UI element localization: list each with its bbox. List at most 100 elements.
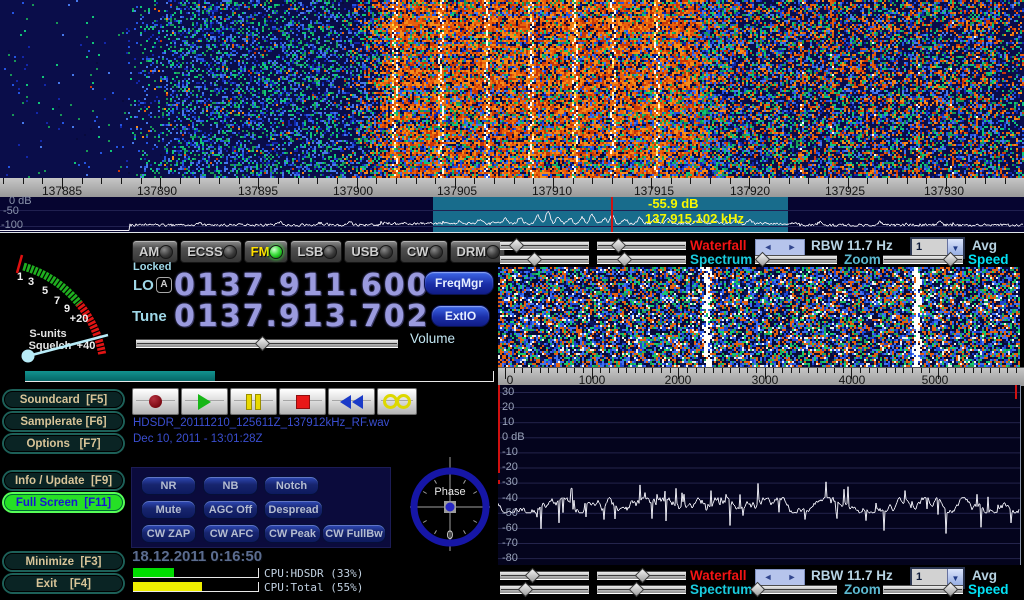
options-button[interactable]: Options [F7] — [4, 435, 123, 452]
slider-track[interactable] — [500, 585, 589, 594]
despread-button-label: Despread — [268, 504, 318, 516]
info-update-button[interactable]: Info / Update [F9] — [4, 472, 123, 489]
scroll-right-icon[interactable]: ► — [788, 573, 797, 582]
soundcard-button[interactable]: Soundcard [F5] — [4, 391, 123, 408]
display-controls-bottom: Waterfall ◄► RBW 11.7 Hz 1▼ Avg Spectrum… — [498, 567, 1024, 597]
freqmgr-button-label: FreqMgr — [435, 276, 483, 290]
cw-fullbw-button[interactable]: CW FullBw — [322, 524, 386, 543]
hdsdr-window: 137885 137890 137895 137900 137905 13791… — [0, 0, 1024, 600]
mode-button-usb[interactable]: USB — [344, 240, 397, 263]
mode-button-drm[interactable]: DRM — [450, 240, 506, 263]
waterfall-label[interactable]: Waterfall — [690, 568, 747, 583]
despread-button[interactable]: Despread — [264, 500, 323, 519]
mode-button-row: AM ECSS FM LSB USB CW DRM — [132, 240, 498, 263]
mute-button[interactable]: Mute — [141, 500, 196, 519]
tune-frequency-display[interactable]: 0137.913.702 — [174, 299, 430, 334]
slider-track[interactable] — [597, 255, 686, 264]
extio-button[interactable]: ExtIO — [431, 305, 490, 327]
brightness-slider[interactable] — [500, 570, 589, 581]
af-frequency-scale[interactable]: 0 1000 2000 3000 4000 5000 — [498, 367, 1024, 386]
brightness-slider[interactable] — [500, 240, 589, 251]
s-units-label: S-units — [29, 328, 66, 340]
squelch-needle-pivot[interactable] — [22, 350, 35, 363]
mode-button-am[interactable]: AM — [132, 240, 178, 263]
mode-button-ecss[interactable]: ECSS — [180, 240, 241, 263]
samplerate-button[interactable]: Samplerate [F6] — [4, 413, 123, 430]
af-waterfall[interactable] — [498, 267, 1020, 367]
pause-button[interactable] — [230, 388, 277, 415]
notch-button[interactable]: Notch — [264, 476, 319, 495]
spectrum-label[interactable]: Spectrum — [690, 582, 752, 597]
fullscreen-button[interactable]: Full Screen [F11] — [4, 494, 123, 511]
cw-zap-button[interactable]: CW ZAP — [141, 524, 196, 543]
mute-button-label: Mute — [156, 504, 182, 516]
slider-track[interactable] — [500, 571, 589, 580]
slider-track[interactable] — [755, 585, 837, 594]
exit-button-label: Exit [F4] — [36, 578, 91, 590]
contrast-slider-2[interactable] — [597, 584, 686, 595]
scroll-left-icon[interactable]: ◄ — [764, 573, 773, 582]
squelch-level-bar[interactable] — [25, 371, 494, 382]
mode-led — [223, 245, 237, 259]
rf-spectrum-panel[interactable]: 0 dB -50 -100 -55.9 dB 137.915.102 kHz — [0, 197, 1024, 233]
zoom-slider[interactable] — [755, 254, 837, 265]
s-meter-tick-label: 3 — [28, 276, 34, 288]
mode-label: LSB — [297, 244, 323, 259]
speed-slider[interactable] — [883, 254, 963, 265]
rf-waterfall[interactable] — [0, 0, 1024, 178]
mode-label: DRM — [457, 244, 487, 259]
freqmgr-button[interactable]: FreqMgr — [424, 271, 494, 295]
mode-label: USB — [351, 244, 378, 259]
spectrum-label[interactable]: Spectrum — [690, 252, 752, 267]
play-button[interactable] — [181, 388, 228, 415]
stop-button[interactable] — [279, 388, 326, 415]
scroll-left-icon[interactable]: ◄ — [764, 243, 773, 252]
mode-led — [159, 245, 173, 259]
speed-slider[interactable] — [883, 584, 963, 595]
mode-button-lsb[interactable]: LSB — [290, 240, 342, 263]
af-db-label: 0 dB — [502, 431, 525, 443]
agc-button[interactable]: AGC Off — [203, 500, 258, 519]
slider-track[interactable] — [500, 255, 589, 264]
minimize-button[interactable]: Minimize [F3] — [4, 553, 123, 570]
mode-led — [379, 245, 393, 259]
cw-afc-button[interactable]: CW AFC — [203, 524, 260, 543]
mode-button-fm[interactable]: FM — [244, 240, 289, 263]
rewind-icon — [340, 395, 351, 409]
exit-button[interactable]: Exit [F4] — [4, 575, 123, 592]
datetime-display: 18.12.2011 0:16:50 — [132, 548, 262, 565]
mode-label: AM — [139, 244, 159, 259]
nb-button[interactable]: NB — [203, 476, 258, 495]
nr-button[interactable]: NR — [141, 476, 196, 495]
lo-frequency-display[interactable]: 0137.911.600 — [174, 268, 430, 303]
rf-scale-label: 137890 — [127, 184, 187, 198]
rewind-button[interactable] — [328, 388, 375, 415]
phase-zero-label: 0 — [447, 528, 454, 542]
af-db-label: -10 — [502, 446, 518, 458]
volume-slider[interactable] — [136, 338, 398, 349]
cw-peak-button[interactable]: CW Peak — [264, 524, 321, 543]
contrast-slider[interactable] — [597, 570, 686, 581]
loop-button[interactable] — [377, 388, 417, 415]
brightness-slider-2[interactable] — [500, 254, 589, 265]
minimize-button-label: Minimize [F3] — [25, 556, 101, 568]
mode-led — [323, 245, 337, 259]
phase-scope: Phase 0 — [408, 457, 492, 551]
mode-button-cw[interactable]: CW — [400, 240, 448, 263]
contrast-slider[interactable] — [597, 240, 686, 251]
brightness-slider-2[interactable] — [500, 584, 589, 595]
waterfall-label[interactable]: Waterfall — [690, 238, 747, 253]
rf-frequency-scale[interactable]: 137885 137890 137895 137900 137905 13791… — [0, 178, 1024, 198]
volume-label: Volume — [410, 331, 455, 346]
lo-auto-button[interactable]: A — [156, 277, 172, 293]
scroll-right-icon[interactable]: ► — [788, 243, 797, 252]
zoom-slider[interactable] — [755, 584, 837, 595]
af-db-label: -20 — [502, 461, 518, 473]
tune-cursor-line[interactable] — [611, 197, 613, 232]
contrast-slider-2[interactable] — [597, 254, 686, 265]
af-db-label: -70 — [502, 537, 518, 549]
af-spectrum-panel[interactable]: 30 20 10 0 dB -10 -20 -30 -40 -50 -60 -7… — [498, 385, 1021, 565]
record-button[interactable] — [132, 388, 179, 415]
stop-icon — [296, 395, 310, 409]
pause-icon — [246, 394, 252, 410]
